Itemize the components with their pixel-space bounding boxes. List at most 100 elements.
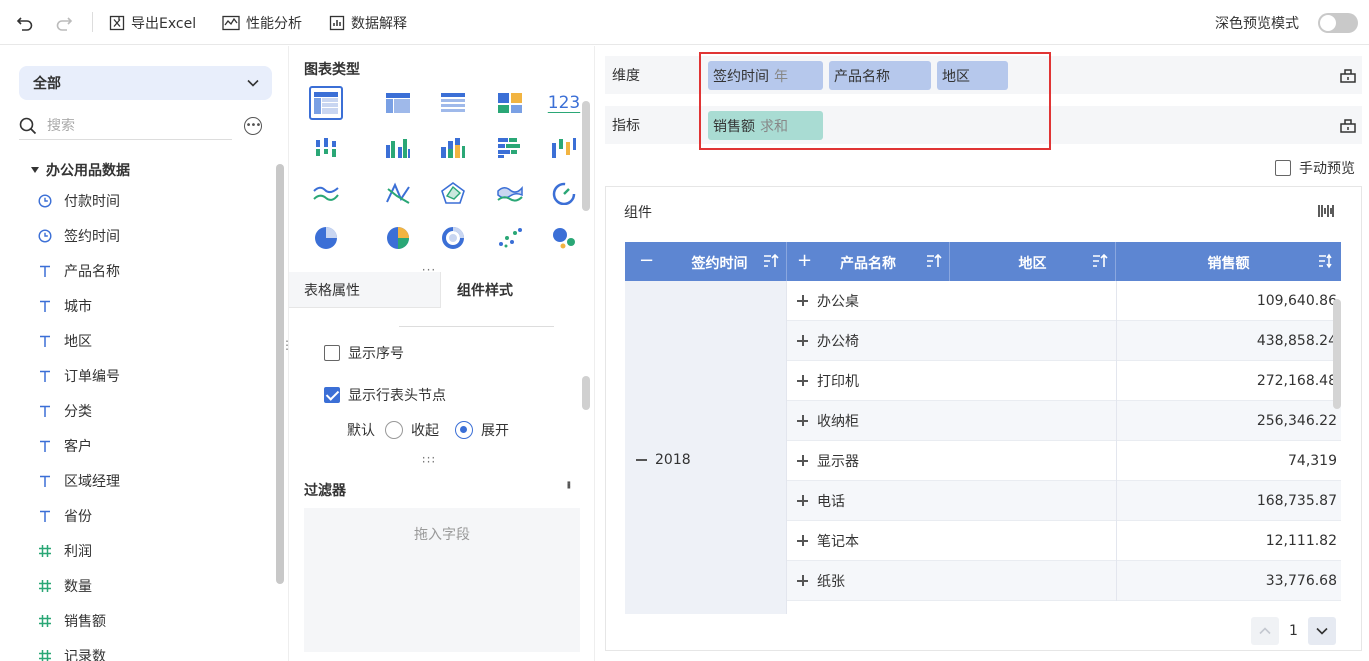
checkbox-box[interactable] — [1275, 160, 1291, 176]
filter-drop-zone[interactable]: 拖入字段 — [304, 508, 580, 652]
chart-type-grouped-bar[interactable] — [309, 131, 343, 165]
field-item[interactable]: 地区 — [38, 330, 92, 352]
tab-table-properties[interactable]: 表格属性 — [289, 272, 441, 308]
search-input[interactable] — [47, 117, 207, 134]
data-explain-button[interactable]: 数据解释 — [329, 0, 407, 45]
field-item[interactable]: 客户 — [38, 435, 92, 457]
product-cell[interactable]: 办公椅 — [797, 321, 859, 361]
chart-type-gauge[interactable] — [547, 176, 581, 210]
table-row[interactable]: 办公椅 438,858.24 — [787, 321, 1341, 361]
expand-icon[interactable] — [797, 335, 809, 347]
field-item[interactable]: 区域经理 — [38, 470, 120, 492]
table-row[interactable]: 纸张 33,776.68 — [787, 561, 1341, 601]
chart-type-area[interactable] — [493, 176, 527, 210]
sort-icon[interactable] — [1317, 252, 1335, 270]
table-row[interactable]: 收纳柜 256,346.22 — [787, 401, 1341, 441]
sort-icon[interactable] — [925, 252, 943, 270]
collapse-icon[interactable] — [635, 454, 647, 466]
scrollbar-thumb[interactable] — [582, 101, 590, 211]
sort-icon[interactable] — [1091, 252, 1109, 270]
field-item[interactable]: 订单编号 — [38, 365, 120, 387]
show-row-header-node-checkbox[interactable]: 显示行表头节点 — [324, 385, 446, 405]
redo-button[interactable] — [55, 0, 73, 45]
chart-type-scatter[interactable] — [493, 221, 527, 255]
chart-type-treemap[interactable] — [493, 86, 527, 120]
scrollbar-thumb[interactable] — [276, 164, 284, 584]
chart-type-pie[interactable] — [309, 221, 343, 255]
year-row-header[interactable]: 2018 — [635, 452, 691, 468]
checkbox-box[interactable] — [324, 345, 340, 361]
export-excel-button[interactable]: 导出Excel — [109, 0, 196, 45]
chart-type-waterfall[interactable] — [547, 131, 581, 165]
field-item[interactable]: 产品名称 — [38, 260, 120, 282]
expand-icon[interactable] — [797, 375, 809, 387]
field-item[interactable]: 销售额 — [38, 610, 106, 632]
checkbox-checked-box[interactable] — [324, 387, 340, 403]
sort-icon[interactable] — [762, 252, 780, 270]
dataset-select[interactable]: 全部 — [19, 66, 272, 100]
expand-icon[interactable] — [797, 295, 809, 307]
table-row[interactable]: 笔记本 12,111.82 — [787, 521, 1341, 561]
barcode-icon[interactable] — [1317, 202, 1335, 220]
dimension-settings-icon[interactable] — [1339, 66, 1357, 84]
header-region[interactable]: 地区 — [950, 242, 1116, 281]
chart-type-stacked-column[interactable] — [436, 131, 470, 165]
header-product-name[interactable]: + 产品名称 — [787, 242, 950, 281]
table-row[interactable]: 显示器 74,319 — [787, 441, 1341, 481]
chart-type-grouped-table[interactable] — [381, 86, 415, 120]
expand-icon[interactable] — [797, 495, 809, 507]
chart-type-bubble[interactable] — [547, 221, 581, 255]
chart-type-horizontal-bar[interactable] — [493, 131, 527, 165]
expand-radio[interactable] — [455, 421, 473, 439]
chart-type-radar-line[interactable] — [381, 176, 415, 210]
product-cell[interactable]: 办公桌 — [797, 281, 859, 321]
chart-type-multi-pie[interactable] — [381, 221, 415, 255]
metric-settings-icon[interactable] — [1339, 116, 1357, 134]
table-row[interactable]: 打印机 272,168.48 — [787, 361, 1341, 401]
field-item[interactable]: 分类 — [38, 400, 92, 422]
product-cell[interactable]: 纸张 — [797, 561, 845, 601]
field-item[interactable]: 数量 — [38, 575, 92, 597]
header-sign-time[interactable]: − 签约时间 — [625, 242, 787, 281]
manual-preview-checkbox[interactable]: 手动预览 — [1275, 158, 1355, 178]
field-list-scrollbar[interactable] — [275, 152, 285, 661]
prev-page-button[interactable] — [1251, 617, 1279, 645]
expand-icon[interactable] — [797, 415, 809, 427]
field-item[interactable]: 签约时间 — [38, 225, 120, 247]
chart-type-cross-table[interactable] — [309, 86, 343, 120]
product-cell[interactable]: 笔记本 — [797, 521, 859, 561]
more-options-icon[interactable]: ••• — [244, 117, 262, 135]
filter-more-icon[interactable]: ··· — [560, 480, 576, 487]
table-row[interactable]: 办公桌 109,640.86 — [787, 281, 1341, 321]
field-item[interactable]: 记录数 — [38, 645, 106, 661]
dark-preview-toggle[interactable] — [1318, 13, 1358, 33]
chart-type-line[interactable] — [309, 176, 343, 210]
expand-icon[interactable] — [797, 575, 809, 587]
chart-type-kpi-number[interactable]: 123 — [547, 86, 581, 120]
undo-button[interactable] — [16, 0, 34, 45]
field-item[interactable]: 利润 — [38, 540, 92, 562]
chart-type-column[interactable] — [381, 131, 415, 165]
product-cell[interactable]: 电话 — [797, 481, 845, 521]
chart-type-detail-table[interactable] — [436, 86, 470, 120]
table-row[interactable]: 电话 168,735.87 — [787, 481, 1341, 521]
scrollbar-thumb[interactable] — [582, 376, 590, 410]
chart-type-donut[interactable] — [436, 221, 470, 255]
expand-icon[interactable] — [797, 535, 809, 547]
field-item[interactable]: 付款时间 — [38, 190, 120, 212]
field-item[interactable]: 城市 — [38, 295, 92, 317]
chart-type-radar[interactable] — [436, 176, 470, 210]
field-item[interactable]: 省份 — [38, 505, 92, 527]
next-page-button[interactable] — [1307, 617, 1336, 645]
resize-handle-icon[interactable]: ······ — [417, 452, 441, 468]
expand-icon[interactable] — [797, 455, 809, 467]
product-cell[interactable]: 显示器 — [797, 441, 859, 481]
header-sales[interactable]: 销售额 — [1116, 242, 1341, 281]
product-cell[interactable]: 收纳柜 — [797, 401, 859, 441]
table-scrollbar[interactable] — [1333, 299, 1341, 409]
product-cell[interactable]: 打印机 — [797, 361, 859, 401]
performance-analysis-button[interactable]: 性能分析 — [222, 0, 302, 45]
tab-component-style[interactable]: 组件样式 — [441, 272, 595, 308]
style-scrollbar[interactable] — [581, 316, 591, 461]
show-index-checkbox[interactable]: 显示序号 — [324, 343, 404, 363]
